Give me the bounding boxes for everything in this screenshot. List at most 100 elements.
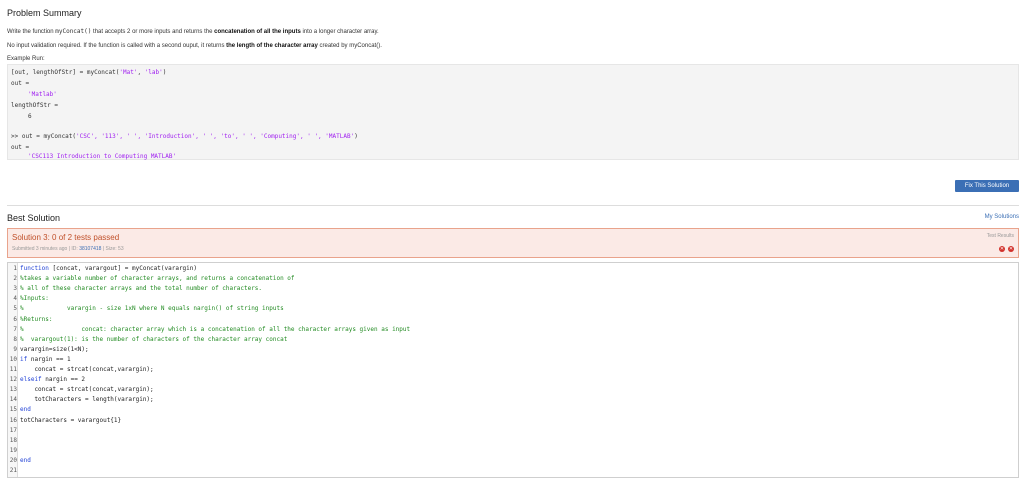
submitted-time: Submitted 3 minutes ago (12, 246, 68, 252)
code-line: 5% varargin - size 1xN where N equals na… (8, 305, 284, 313)
line-number: 21 (9, 467, 17, 474)
code-line: 3% all of these character arrays and the… (8, 285, 262, 292)
example-line-6: >> out = myConcat('CSC', '113', ' ', 'In… (11, 133, 358, 140)
code-line: 6 %Returns: (8, 315, 53, 323)
desc-bold: the length of the character array (226, 43, 318, 49)
code-keyword: end (20, 406, 31, 414)
code-comment: % all of these character arrays and the … (20, 285, 263, 293)
code-line: 13 concat = strcat(concat,varargin); (8, 386, 154, 393)
code-line: 16 totCharacters = varargout{1} (8, 417, 121, 424)
line-number: 3 (13, 285, 17, 293)
section-divider (7, 205, 1019, 206)
solution-id-link[interactable]: 38107418 (79, 246, 101, 252)
desc-bold: concatenation of all the inputs (214, 29, 301, 35)
example-line-1: [out, lengthOfStr] = myConcat('Mat', 'la… (11, 69, 166, 76)
code-line: 20 end (8, 457, 31, 464)
example-run-label: Example Run: (7, 56, 45, 62)
desc-text: created by myConcat(). (317, 43, 382, 49)
test-results-link[interactable]: Test Results (987, 233, 1014, 239)
fix-solution-button[interactable]: Fix This Solution (955, 180, 1019, 192)
desc-text: Write the function (7, 29, 56, 35)
problem-title: Problem Summary (7, 8, 82, 18)
code-text: varargin=size(1<N); (20, 345, 89, 353)
best-solution-title: Best Solution (7, 213, 61, 223)
example-line-5: 6 (28, 113, 32, 120)
code-text: nargin == 1 (27, 355, 71, 363)
line-number: 19 (9, 446, 17, 454)
line-number: 16 (9, 416, 17, 424)
solution-status-title: Solution 3: 0 of 2 tests passed (12, 233, 120, 242)
line-number: 8 (13, 335, 17, 343)
problem-description-line2: No input validation required. If the fun… (7, 43, 382, 49)
code-line: 2 %takes a variable number of character a… (8, 275, 295, 283)
code-line: 19 (8, 447, 20, 454)
my-solutions-link[interactable]: My Solutions (985, 214, 1019, 220)
line-number: 4 (13, 295, 17, 303)
meta-separator: | (68, 246, 71, 252)
code-keyword: function (20, 265, 49, 272)
code-line: 9 varargin=size(1<N); (8, 345, 89, 353)
code-line: 21 (8, 467, 20, 474)
example-line-4: lengthOfStr = (11, 102, 58, 109)
code-string: 'CSC', '113', ' ', 'Introduction', ' ', … (76, 133, 355, 140)
line-number: 7 (13, 325, 17, 333)
solution-meta: Submitted 3 minutes ago | ID: 38107418 |… (12, 246, 124, 252)
id-label: ID: (71, 246, 78, 252)
example-code-box: [out, lengthOfStr] = myConcat('Mat', 'la… (7, 64, 1019, 160)
code-text: [concat, varargout] = myConcat(varargin) (48, 265, 198, 272)
code-text: totCharacters = length(varargin); (20, 396, 154, 404)
code-line: 4 %Inputs: (8, 295, 49, 302)
code-string: 'lab' (144, 69, 163, 76)
code-comment: %takes a variable number of character ar… (20, 275, 295, 283)
desc-text: into a longer character array. (300, 29, 379, 35)
example-line-2: out = (11, 80, 30, 87)
example-line-8: 'CSC113 Introduction to Computing MATLAB… (28, 153, 177, 160)
code-text: ) (354, 133, 358, 140)
code-line: 14 totCharacters = length(varargin); (8, 396, 154, 403)
test-failed-icon: ✕ (1008, 246, 1014, 252)
line-number: 9 (13, 345, 17, 353)
code-keyword: end (20, 456, 31, 464)
code-text: >> out = myConcat( (11, 133, 77, 140)
line-number: 11 (9, 366, 17, 373)
solution-size: Size: 53 (105, 246, 124, 252)
desc-text: No input validation required. If the fun… (7, 43, 227, 49)
code-comment: % concat: character array which is a con… (20, 325, 411, 333)
code-line: 12 elseif nargin == 2 (8, 376, 85, 383)
code-text: [out, lengthOfStr] = myConcat( (11, 69, 120, 76)
solution-code-editor[interactable]: 1 function [concat, varargout] = myConcat… (7, 262, 1019, 478)
line-number: 18 (9, 436, 17, 444)
code-line: 7% concat: character array which is a co… (8, 326, 410, 333)
code-line: 1 function [concat, varargout] = myConcat… (8, 265, 197, 272)
code-comment: %Inputs: (20, 295, 49, 303)
code-line: 11 concat = strcat(concat,varargin); (8, 366, 154, 373)
line-number: 12 (9, 376, 17, 384)
desc-text: that accepts 2 or more inputs and return… (91, 29, 215, 35)
example-line-7: out = (11, 144, 30, 151)
line-number: 1 (13, 265, 17, 272)
code-text: concat = strcat(concat,varargin); (20, 386, 154, 394)
code-text: totCharacters = varargout{1} (20, 416, 122, 424)
line-number: 13 (9, 386, 17, 394)
code-text: concat = strcat(concat,varargin); (20, 366, 154, 373)
line-number: 20 (9, 456, 17, 464)
code-comment: %Returns: (20, 315, 53, 323)
code-string: 'Mat' (119, 69, 138, 76)
line-number: 10 (9, 355, 17, 363)
meta-separator: | (102, 246, 105, 252)
solution-result-box: Solution 3: 0 of 2 tests passed Submitte… (7, 228, 1019, 258)
code-text: nargin == 2 (41, 376, 86, 384)
code-line: 8% varargout(1): is the number of charac… (8, 336, 287, 343)
line-number: 5 (13, 305, 17, 313)
line-number: 14 (9, 396, 17, 404)
problem-description-line1: Write the function myConcat() that accep… (7, 28, 379, 35)
code-line: 17 (8, 427, 20, 434)
code-comment: % varargin - size 1xN where N equals nar… (20, 305, 284, 313)
line-number: 2 (13, 275, 17, 283)
line-number: 6 (13, 315, 17, 323)
code-comment: % varargout(1): is the number of charact… (20, 335, 288, 343)
code-line: 18 (8, 437, 20, 444)
code-text: ) (162, 69, 167, 76)
line-number: 15 (9, 406, 17, 414)
line-number: 17 (9, 426, 17, 434)
